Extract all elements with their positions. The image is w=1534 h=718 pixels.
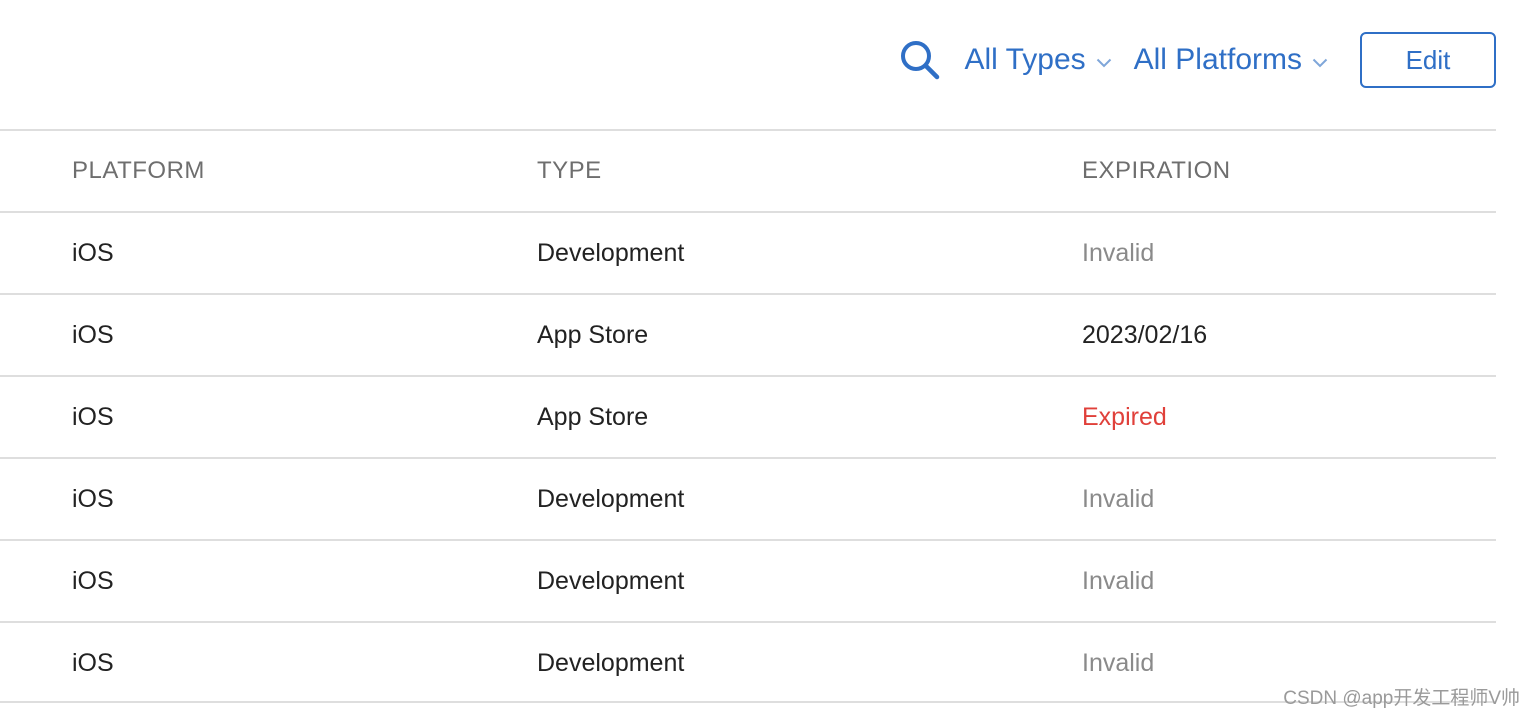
types-filter-dropdown[interactable]: All Types (964, 43, 1111, 77)
toolbar: All Types All Platforms Edit (898, 30, 1496, 90)
column-header-expiration[interactable]: EXPIRATION (1082, 131, 1231, 211)
type-cell: Development (537, 648, 685, 677)
expiration-cell: Invalid (1082, 238, 1155, 267)
table-header-row: PLATFORM TYPE EXPIRATION (0, 129, 1496, 211)
type-cell: App Store (537, 402, 649, 431)
edit-button[interactable]: Edit (1360, 32, 1496, 88)
expiration-cell: Invalid (1082, 648, 1155, 677)
platforms-filter-label: All Platforms (1133, 43, 1302, 76)
search-icon (901, 41, 940, 80)
table-row[interactable]: iOS Development Invalid (0, 621, 1496, 703)
chevron-down-icon (1312, 58, 1328, 68)
type-cell: App Store (537, 320, 649, 349)
expiration-cell: Expired (1082, 402, 1167, 431)
type-cell: Development (537, 484, 685, 513)
platform-cell: iOS (72, 238, 114, 267)
profiles-table: PLATFORM TYPE EXPIRATION iOS Development… (0, 129, 1496, 703)
platform-cell: iOS (72, 566, 114, 595)
chevron-down-icon (1096, 58, 1112, 68)
table-row[interactable]: iOS Development Invalid (0, 539, 1496, 621)
watermark-text: CSDN @app开发工程师V帅 (1283, 688, 1520, 709)
column-header-type[interactable]: TYPE (537, 131, 602, 211)
table-row[interactable]: iOS Development Invalid (0, 211, 1496, 293)
type-cell: Development (537, 566, 685, 595)
expiration-cell: Invalid (1082, 484, 1155, 513)
platform-cell: iOS (72, 648, 114, 677)
types-filter-label: All Types (964, 43, 1086, 76)
search-button[interactable] (898, 38, 942, 82)
expiration-cell: 2023/02/16 (1082, 320, 1208, 349)
column-header-platform[interactable]: PLATFORM (72, 131, 205, 211)
page: All Types All Platforms Edit PLATFORM TY… (0, 0, 1534, 718)
table-row[interactable]: iOS App Store 2023/02/16 (0, 293, 1496, 375)
platforms-filter-dropdown[interactable]: All Platforms (1134, 43, 1328, 77)
platform-cell: iOS (72, 484, 114, 513)
type-cell: Development (537, 238, 685, 267)
expiration-cell: Invalid (1082, 566, 1155, 595)
table-row[interactable]: iOS App Store Expired (0, 375, 1496, 457)
platform-cell: iOS (72, 320, 114, 349)
platform-cell: iOS (72, 402, 114, 431)
table-row[interactable]: iOS Development Invalid (0, 457, 1496, 539)
